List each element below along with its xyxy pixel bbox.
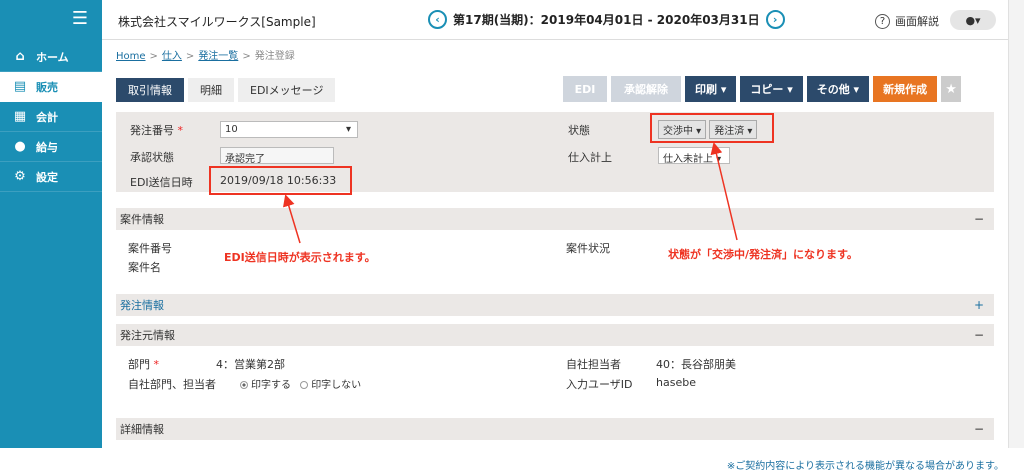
edi-arrow	[282, 194, 301, 244]
status-arrow	[710, 142, 738, 241]
annotation-arrows	[282, 142, 738, 244]
app-window: ☰ ⌂ ホーム ▤ 販売 ▦ 会計 ● 給与 ⚙ 設定 株式会社スマイルワークス[Samp…	[0, 0, 1024, 473]
footnote: ※ご契約内容により表示される機能が異なる場合があります。	[726, 461, 1004, 472]
